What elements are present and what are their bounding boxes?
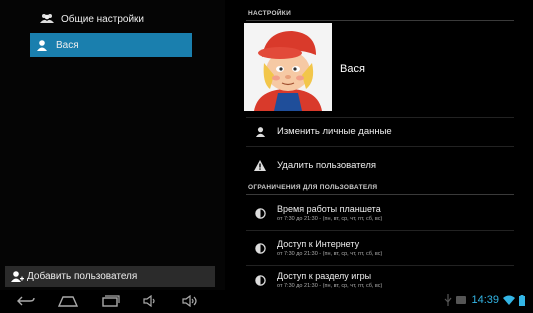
restriction-subtitle: от 7:30 до 21:30 - (пн, вт, ср, чт, пт, … bbox=[277, 283, 383, 289]
back-button[interactable] bbox=[14, 293, 38, 309]
user-icon bbox=[34, 37, 50, 53]
volume-up-button[interactable] bbox=[178, 293, 202, 309]
battery-icon bbox=[519, 294, 525, 306]
add-user-icon bbox=[9, 269, 25, 285]
user-item-vasya[interactable]: Вася bbox=[30, 33, 192, 57]
row-divider bbox=[246, 146, 514, 147]
restriction-item-internet[interactable]: Доступ к Интернету от 7:30 до 21:30 - (п… bbox=[240, 235, 520, 261]
warning-icon bbox=[252, 157, 268, 173]
half-circle-icon bbox=[252, 240, 268, 256]
user-item-label: Вася bbox=[56, 39, 79, 51]
edit-personal-data-item[interactable]: Изменить личные данные bbox=[240, 122, 520, 140]
general-settings-label: Общие настройки bbox=[61, 13, 144, 25]
add-user-button[interactable]: Добавить пользователя bbox=[5, 266, 215, 287]
row-divider bbox=[246, 117, 514, 118]
restriction-title: Время работы планшета bbox=[277, 204, 381, 214]
home-button[interactable] bbox=[56, 293, 80, 309]
add-user-label: Добавить пользователя bbox=[27, 271, 138, 282]
volume-down-button[interactable] bbox=[138, 293, 162, 309]
volume-down-icon bbox=[143, 295, 155, 307]
restriction-subtitle: от 7:30 до 21:30 - (пн, вт, ср, чт, пт, … bbox=[277, 216, 383, 222]
home-icon bbox=[57, 296, 79, 307]
wifi-icon bbox=[503, 295, 515, 305]
delete-user-item[interactable]: Удалить пользователя bbox=[240, 156, 520, 174]
restriction-item-tablet-time[interactable]: Время работы планшета от 7:30 до 21:30 -… bbox=[240, 200, 520, 226]
section-divider bbox=[246, 194, 514, 195]
users-list-pane: Общие настройки Вася Добавить пользовате… bbox=[0, 0, 225, 290]
status-area[interactable]: 14:39 bbox=[440, 294, 525, 306]
status-time: 14:39 bbox=[471, 294, 499, 306]
restrictions-section-header: ОГРАНИЧЕНИЯ ДЛЯ ПОЛЬЗОВАТЕЛЯ bbox=[248, 184, 378, 191]
general-settings-item[interactable]: Общие настройки bbox=[35, 7, 215, 31]
delete-user-label: Удалить пользователя bbox=[277, 159, 377, 171]
edit-personal-data-label: Изменить личные данные bbox=[277, 125, 392, 137]
users-group-icon bbox=[39, 11, 55, 27]
recent-apps-button[interactable] bbox=[98, 293, 122, 309]
settings-section-header: НАСТРОЙКИ bbox=[248, 10, 292, 17]
back-icon bbox=[17, 296, 35, 306]
section-divider bbox=[246, 20, 514, 21]
user-name[interactable]: Вася bbox=[340, 63, 365, 75]
user-details-pane: НАСТРОЙКИ Вася Изменить личные данные Уд… bbox=[240, 0, 525, 290]
sd-card-icon bbox=[456, 296, 467, 304]
volume-up-icon bbox=[182, 295, 197, 307]
row-divider bbox=[246, 230, 514, 231]
half-circle-icon bbox=[252, 205, 268, 221]
restriction-item-games[interactable]: Доступ к разделу игры от 7:30 до 21:30 -… bbox=[240, 270, 520, 290]
row-divider bbox=[246, 265, 514, 266]
restriction-title: Доступ к Интернету bbox=[277, 239, 360, 249]
half-circle-icon bbox=[252, 272, 268, 288]
restriction-subtitle: от 7:30 до 21:30 - (пн, вт, ср, чт, пт, … bbox=[277, 251, 383, 257]
restriction-title: Доступ к разделу игры bbox=[277, 271, 372, 281]
recent-apps-icon bbox=[102, 295, 120, 307]
user-icon bbox=[252, 123, 268, 139]
user-avatar[interactable] bbox=[244, 23, 332, 111]
boy-avatar-icon bbox=[244, 23, 332, 111]
usb-icon bbox=[444, 294, 452, 306]
